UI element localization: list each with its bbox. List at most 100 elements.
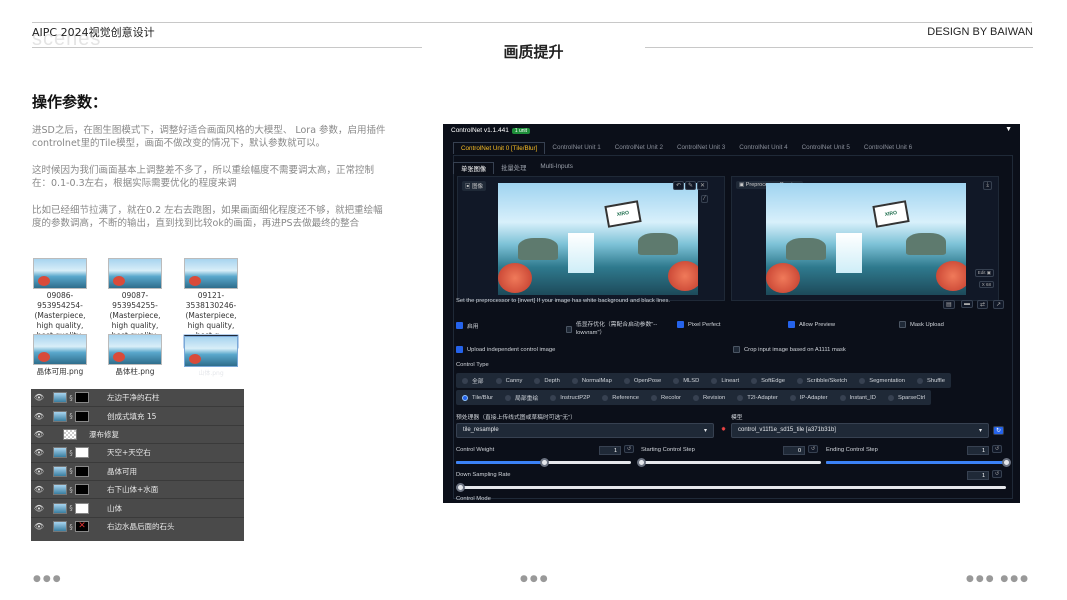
edit-icon[interactable]: ✎ (684, 181, 696, 190)
eye-icon[interactable]: 👁 (31, 504, 47, 513)
start-slider-knob[interactable] (637, 458, 646, 467)
type-ip-adapter[interactable]: IP-Adapter (784, 390, 834, 405)
top-divider (32, 22, 1032, 23)
type-normalmap[interactable]: NormalMap (566, 373, 618, 388)
input-image-box[interactable]: ▣ 图像 XIRO ↶ ✎ ✕ ⁄ (457, 176, 725, 301)
layer-row[interactable]: 👁 § 创成式填充 15 (31, 407, 244, 426)
type-softedge[interactable]: SoftEdge (745, 373, 791, 388)
downsample-track[interactable] (456, 486, 1006, 489)
reset-icon[interactable]: ↺ (624, 445, 635, 453)
eye-icon[interactable]: 👁 (31, 412, 47, 421)
tab-unit-2[interactable]: ControlNet Unit 2 (608, 142, 670, 154)
file-thumb-4[interactable]: 晶体可用.png (32, 334, 88, 377)
refresh-icon[interactable]: ↻ (993, 426, 1005, 435)
layer-row[interactable]: 👁 § 山体 (31, 499, 244, 518)
preprocessor-select[interactable]: tile_resample ▾ (456, 423, 714, 438)
end-slider-knob[interactable] (1002, 458, 1011, 467)
type-revision[interactable]: Revision (687, 390, 731, 405)
allow-preview-checkbox[interactable]: Allow Preview (788, 321, 835, 328)
weight-slider-knob[interactable] (540, 458, 549, 467)
model-select[interactable]: control_v11f1e_sd15_tile [a371b31b] ▾ (731, 423, 989, 438)
run-preprocessor-icon[interactable]: ✸ (719, 426, 728, 433)
type-depth[interactable]: Depth (528, 373, 565, 388)
type-canny[interactable]: Canny (490, 373, 529, 388)
file-thumb-5[interactable]: 晶体柱.png (107, 334, 163, 377)
downsample-input[interactable]: 1 (967, 471, 989, 480)
layer-row[interactable]: 👁 § ✕ 右边水晶后面的石头 (31, 518, 244, 536)
tab-unit-6[interactable]: ControlNet Unit 6 (857, 142, 919, 154)
eye-icon[interactable]: 👁 (31, 467, 47, 476)
download-icon[interactable]: ⤓ (983, 181, 992, 190)
crop-checkbox[interactable]: Crop input image based on A1111 mask (733, 346, 846, 353)
unit-tabs: ControlNet Unit 0 [Tile/Blur] ControlNet… (453, 142, 919, 154)
tab-single-image[interactable]: 单张图像 (453, 162, 495, 174)
downsample-slider-knob[interactable] (456, 483, 465, 492)
type-instant-id[interactable]: Instant_ID (834, 390, 882, 405)
transfer-icon[interactable]: ⇄ (977, 300, 989, 309)
type-reference[interactable]: Reference (596, 390, 645, 405)
input-image: XIRO (498, 183, 698, 295)
pixel-perfect-checkbox[interactable]: Pixel Perfect (677, 321, 721, 328)
start-input[interactable]: 0 (783, 446, 805, 455)
type-shuffle[interactable]: Shuffle (911, 373, 951, 388)
type-t2i-adapter[interactable]: T2I-Adapter (731, 390, 784, 405)
tab-unit-1[interactable]: ControlNet Unit 1 (545, 142, 607, 154)
reset-icon[interactable]: ↺ (992, 445, 1003, 453)
tab-batch[interactable]: 批量处理 (494, 162, 533, 174)
reset-icon[interactable]: ↺ (992, 470, 1003, 478)
paragraph-3: 比如已经细节拉满了，就在0.2 左右去跑图，如果画面细化程度还不够，就把重绘幅度… (32, 205, 383, 229)
close-icon[interactable]: ✕ (696, 181, 708, 190)
file-thumb-6[interactable]: 山体.png (183, 334, 239, 377)
file-thumb-3[interactable]: 09121-3538130246-(Masterpiece, high qual… (183, 258, 239, 341)
tab-unit-5[interactable]: ControlNet Unit 5 (795, 142, 857, 154)
camera-icon[interactable]: ▤ (943, 300, 955, 309)
layer-row[interactable]: 👁 § 左边干净的石柱 (31, 389, 244, 408)
eye-icon[interactable]: 👁 (31, 522, 47, 531)
undo-icon[interactable]: ↶ (672, 181, 684, 190)
tab-multi-inputs[interactable]: Multi-Inputs (533, 162, 580, 174)
mask-upload-checkbox[interactable]: Mask Upload (899, 321, 944, 328)
radio-dot (887, 394, 894, 401)
type-mlsd[interactable]: MLSD (667, 373, 705, 388)
tab-unit-3[interactable]: ControlNet Unit 3 (670, 142, 732, 154)
lowvram-checkbox[interactable]: 低显存优化（需配合启动参数"--lowvram"） (566, 321, 662, 337)
reset-icon[interactable]: ↺ (808, 445, 819, 453)
tab-unit-0[interactable]: ControlNet Unit 0 [Tile/Blur] (453, 142, 546, 154)
enable-checkbox[interactable]: 启用 (456, 321, 479, 330)
eye-icon[interactable]: 👁 (31, 430, 47, 439)
layer-row[interactable]: 👁 § 晶体可用 (31, 463, 244, 481)
eye-icon[interactable]: 👁 (31, 393, 47, 402)
x68-button[interactable]: X 68 (978, 281, 994, 288)
control-type-row-1: 全部 Canny Depth NormalMap OpenPose MLSD L… (456, 373, 951, 388)
type-instructp2p[interactable]: InstructP2P (544, 390, 596, 405)
swap-icon[interactable]: ▬ (961, 300, 973, 308)
start-track[interactable] (641, 461, 821, 464)
eye-icon[interactable]: 👁 (31, 485, 47, 494)
layer-row[interactable]: 👁 § 右下山体+水面 (31, 481, 244, 500)
flower (936, 261, 966, 291)
send-icon[interactable]: ↗ (993, 300, 1005, 309)
type-inpaint[interactable]: 局部重绘 (499, 390, 544, 405)
type-scribble[interactable]: Scribble/Sketch (791, 373, 853, 388)
layer-row[interactable]: 👁 瀑布修复 (31, 426, 244, 445)
weight-input[interactable]: 1 (599, 446, 621, 455)
flower (668, 261, 698, 291)
header-right-credit: DESIGN BY BAIWAN (927, 26, 1033, 38)
type-recolor[interactable]: Recolor (645, 390, 687, 405)
eye-icon[interactable]: 👁 (31, 448, 47, 457)
type-segmentation[interactable]: Segmentation (853, 373, 911, 388)
type-tile-blur[interactable]: Tile/Blur (456, 390, 499, 405)
type-lineart[interactable]: Lineart (705, 373, 745, 388)
radio-dot (505, 394, 512, 401)
collapse-icon[interactable]: ▼ (1005, 126, 1012, 133)
tab-unit-4[interactable]: ControlNet Unit 4 (732, 142, 794, 154)
brush-icon[interactable]: ⁄ (700, 195, 708, 203)
end-input[interactable]: 1 (967, 446, 989, 455)
controlnet-title[interactable]: ControlNet v1.1.441 1 unit (451, 127, 531, 134)
layer-row[interactable]: 👁 § 天空+天空右 (31, 444, 244, 463)
type-openpose[interactable]: OpenPose (618, 373, 667, 388)
type-all[interactable]: 全部 (456, 373, 490, 388)
upload-independent-checkbox[interactable]: Upload independent control image (456, 346, 555, 353)
edit-button[interactable]: Edit ▣ (974, 269, 994, 277)
type-sparsectrl[interactable]: SparseCtrl (882, 390, 931, 405)
